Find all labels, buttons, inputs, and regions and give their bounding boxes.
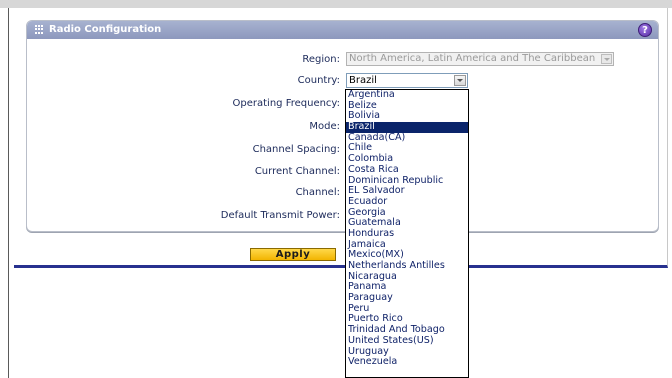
help-icon[interactable]: ?	[638, 23, 652, 37]
apply-button[interactable]: Apply	[250, 248, 336, 261]
country-dropdown-list[interactable]: Argentina Belize Bolivia Brazil Canada(CA) Ch…	[345, 89, 469, 378]
channel-spacing-label: Channel Spacing:	[252, 144, 340, 155]
country-select[interactable]: Brazil	[346, 73, 468, 88]
top-rule	[0, 0, 672, 8]
section-title: Radio Configuration	[49, 24, 162, 35]
region-value: North America, Latin America and The Car…	[349, 53, 596, 64]
left-rule	[8, 8, 9, 378]
channel-label: Channel:	[295, 187, 340, 198]
region-select: North America, Latin America and The Car…	[346, 52, 614, 66]
default-transmit-power-label: Default Transmit Power:	[220, 210, 340, 221]
grip-icon	[35, 25, 44, 34]
dropdown-option[interactable]: Costa Rica	[346, 164, 468, 176]
dropdown-option[interactable]: Ecuador	[346, 196, 468, 208]
dropdown-option[interactable]: United States(US)	[346, 335, 468, 347]
region-label: Region:	[302, 54, 340, 65]
chevron-down-icon	[601, 54, 612, 64]
country-label: Country:	[297, 75, 340, 86]
mode-label: Mode:	[309, 121, 340, 132]
chevron-down-icon[interactable]	[454, 75, 466, 86]
operating-frequency-label: Operating Frequency:	[232, 98, 340, 109]
country-value: Brazil	[349, 75, 377, 86]
section-header: Radio Configuration ?	[27, 21, 658, 39]
current-channel-label: Current Channel:	[254, 166, 340, 177]
dropdown-option[interactable]: Venezuela	[346, 356, 468, 368]
